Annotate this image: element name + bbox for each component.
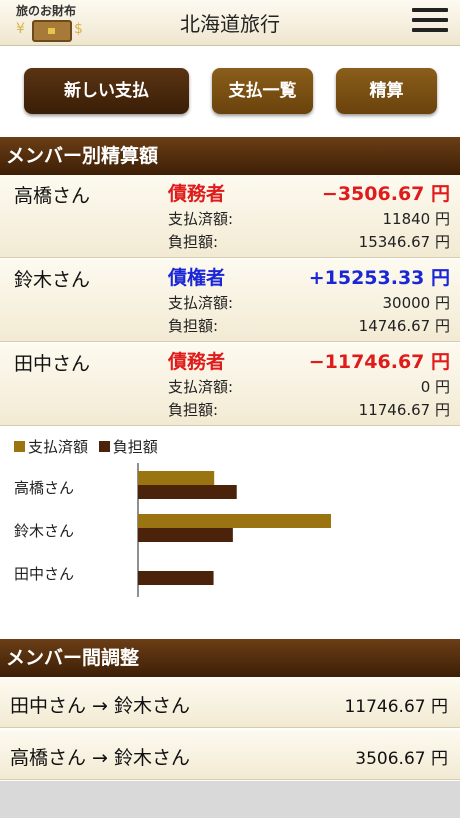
paid-amount: 11840 円	[382, 210, 451, 228]
settle-button[interactable]: 精算	[336, 68, 437, 114]
payment-chart: 支払済額 負担額 高橋さん 鈴木さん 田中さん	[0, 427, 460, 637]
adjustment-amount: 3506.67 円	[355, 749, 448, 769]
category-label: 鈴木さん	[14, 522, 74, 540]
member-balance: −11746.67 円	[308, 351, 450, 373]
member-name: 田中さん	[14, 353, 91, 375]
member-balance: +15253.33 円	[308, 267, 450, 289]
burden-label: 負担額:	[168, 401, 219, 419]
burden-amount: 14746.67 円	[358, 317, 450, 335]
adjustment-row[interactable]: 高橋さん → 鈴木さん 3506.67 円	[0, 730, 460, 780]
member-row-tanaka[interactable]: 田中さん 債務者 −11746.67 円 支払済額: 0 円 負担額: 1174…	[0, 343, 460, 426]
member-adjustment-header: メンバー間調整	[0, 639, 460, 677]
member-row-suzuki[interactable]: 鈴木さん 債権者 +15253.33 円 支払済額: 30000 円 負担額: …	[0, 259, 460, 342]
paid-label: 支払済額:	[168, 378, 234, 396]
member-name: 高橋さん	[14, 185, 91, 207]
bar-paid	[138, 471, 215, 485]
member-name: 鈴木さん	[14, 269, 91, 291]
adjustment-description: 高橋さん → 鈴木さん	[10, 747, 190, 769]
bar-burden	[138, 528, 233, 542]
burden-amount: 11746.67 円	[358, 401, 450, 419]
burden-label: 負担額:	[168, 233, 219, 251]
hamburger-menu-icon[interactable]	[412, 8, 448, 38]
paid-label: 支払済額:	[168, 210, 234, 228]
bar-burden	[138, 571, 214, 585]
burden-amount: 15346.67 円	[358, 233, 450, 251]
member-role: 債務者	[168, 351, 226, 373]
payment-list-button[interactable]: 支払一覧	[212, 68, 313, 114]
adjustment-description: 田中さん → 鈴木さん	[10, 695, 190, 717]
paid-label: 支払済額:	[168, 294, 234, 312]
member-settlement-header: メンバー別精算額	[0, 137, 460, 175]
burden-label: 負担額:	[168, 317, 219, 335]
paid-amount: 0 円	[420, 378, 450, 396]
adjustment-row[interactable]: 田中さん → 鈴木さん 11746.67 円	[0, 678, 460, 728]
page-title: 北海道旅行	[180, 12, 280, 36]
paid-amount: 30000 円	[382, 294, 451, 312]
category-label: 田中さん	[14, 565, 74, 583]
page-bottom-area	[0, 781, 460, 818]
new-payment-button[interactable]: 新しい支払	[24, 68, 189, 114]
member-balance: −3506.67 円	[321, 183, 450, 205]
app-header: 旅のお財布 ¥ $ 北海道旅行	[0, 0, 460, 46]
category-label: 高橋さん	[14, 479, 74, 497]
bar-burden	[138, 485, 237, 499]
chart-plot: 高橋さん鈴木さん田中さん	[14, 463, 331, 597]
adjustment-amount: 11746.67 円	[344, 697, 448, 717]
member-role: 債務者	[168, 183, 226, 205]
member-role: 債権者	[168, 267, 226, 289]
toolbar: 新しい支払 支払一覧 精算	[0, 46, 460, 134]
bar-paid	[138, 514, 331, 528]
member-row-takahashi[interactable]: 高橋さん 債務者 −3506.67 円 支払済額: 11840 円 負担額: 1…	[0, 175, 460, 258]
